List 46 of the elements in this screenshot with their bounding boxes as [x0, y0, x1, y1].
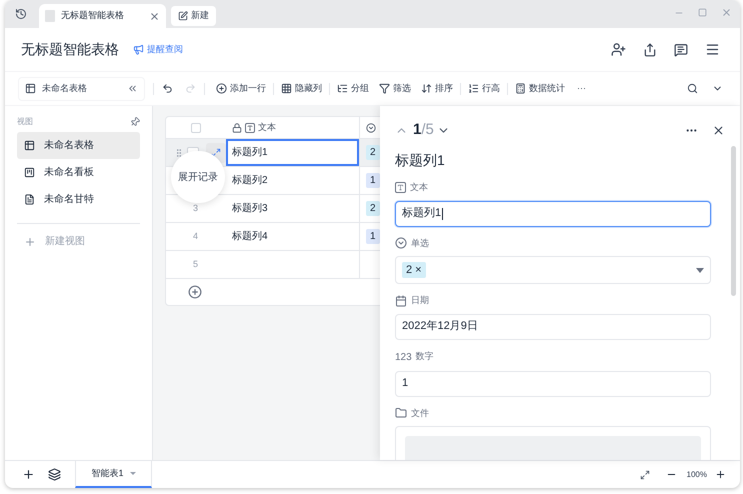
table-cell[interactable]: 标题列3 — [226, 195, 359, 222]
option-tag: 1 — [366, 173, 380, 188]
field-label: 数字 — [416, 350, 434, 364]
field-label: 日期 — [411, 294, 429, 307]
toolbar-button[interactable]: 隐藏列 — [278, 82, 325, 96]
record-total: /5 — [421, 120, 434, 140]
row-number: 4 — [193, 230, 198, 243]
toolbar-button[interactable]: 行高 — [465, 82, 503, 96]
table-cell[interactable]: 标题列2 — [226, 167, 359, 194]
toolbar-button[interactable]: 添加一行 — [213, 82, 269, 96]
option-tag: 1 — [366, 229, 380, 244]
table-cell[interactable]: 标题列1 — [226, 139, 359, 166]
new-tab-button[interactable]: 新建 — [171, 6, 216, 26]
option-tag: 2 — [366, 201, 380, 216]
field-label: 单选 — [411, 236, 429, 250]
row-number: 5 — [193, 258, 198, 271]
select-field[interactable]: 2 × — [395, 256, 711, 284]
number-prefix: 123 — [395, 350, 412, 364]
toolbar-button[interactable]: 分组 — [334, 82, 372, 96]
toolbar-button[interactable]: 数据统计 — [512, 82, 568, 96]
table-row[interactable]: 标题列1 2 — [166, 139, 380, 167]
option-tag: 2 — [366, 145, 380, 160]
field-label: 文件 — [411, 406, 429, 420]
toolbar-button[interactable]: 筛选 — [376, 82, 414, 96]
input-field[interactable]: 1 — [395, 370, 711, 396]
input-field[interactable]: 2022年12月9日 — [395, 314, 711, 340]
record-position: 1 — [413, 120, 422, 140]
zoom-level: 100% — [686, 468, 707, 480]
toolbar-button[interactable]: 排序 — [418, 82, 456, 96]
view-selector[interactable]: 未命名表格 — [18, 76, 145, 100]
option-tag: 2 × — [402, 262, 426, 278]
sheet-tab[interactable]: 智能表1 — [75, 461, 152, 488]
table-cell[interactable]: 标题列4 — [226, 223, 359, 250]
document-title: 无标题智能表格 — [21, 40, 119, 59]
record-title: 标题列1 — [395, 151, 446, 170]
view-item[interactable]: 未命名表格 — [17, 132, 140, 159]
input-field[interactable]: 标题列1 — [395, 200, 711, 226]
remind-link[interactable]: 提醒查阅 — [133, 42, 183, 56]
column-header[interactable]: 文本 — [258, 120, 276, 134]
field-label: 文本 — [410, 181, 428, 194]
row-number: 3 — [193, 202, 198, 215]
view-item[interactable]: 未命名看板 — [17, 159, 140, 186]
section-heading: 视图 — [17, 116, 33, 128]
more-button[interactable]: ··· — [574, 82, 589, 96]
view-item[interactable]: 未命名甘特 — [17, 186, 140, 213]
document-tab[interactable]: 无标题智能表格 — [39, 4, 166, 28]
